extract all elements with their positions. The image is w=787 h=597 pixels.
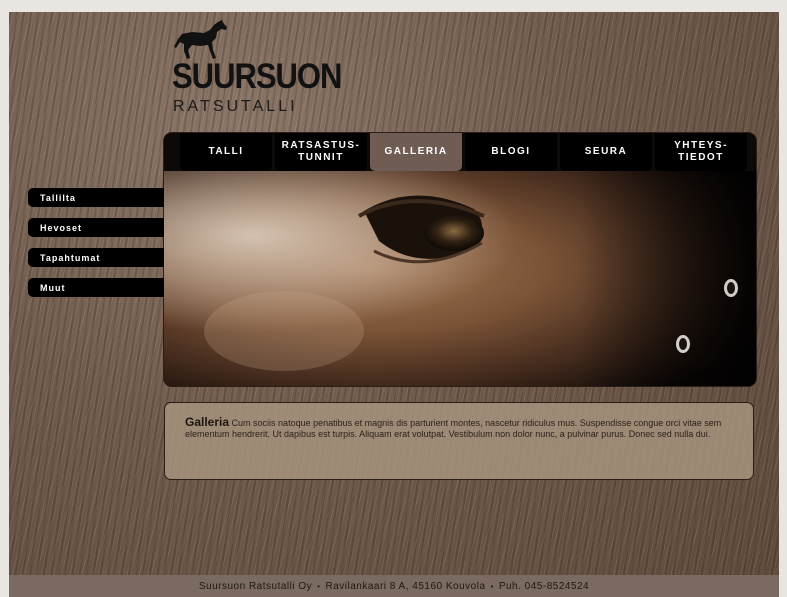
footer: Suursuon Ratsutalli Oy • Ravilankaari 8 … <box>9 575 779 597</box>
content-title: Galleria <box>185 415 230 429</box>
main-nav: TALLI RATSASTUS- TUNNIT GALLERIA BLOGI S… <box>180 133 747 171</box>
side-item-hevoset[interactable]: Hevoset <box>28 218 164 237</box>
content-text: Cum sociis natoque penatibus et magnis d… <box>185 418 722 439</box>
footer-separator: • <box>490 581 494 591</box>
nav-item-galleria[interactable]: GALLERIA <box>370 133 462 171</box>
side-item-tallilta[interactable]: Tallilta <box>28 188 164 207</box>
side-nav: Tallilta Hevoset Tapahtumat Muut <box>28 188 164 308</box>
nav-item-ratsastustunnit[interactable]: RATSASTUS- TUNNIT <box>275 133 367 171</box>
nav-item-talli[interactable]: TALLI <box>180 133 272 171</box>
nav-item-yhteystiedot[interactable]: YHTEYS- TIEDOT <box>655 133 747 171</box>
nav-item-seura[interactable]: SEURA <box>560 133 652 171</box>
hero-photo <box>164 171 756 386</box>
footer-separator: • <box>317 581 321 591</box>
horse-icon <box>174 20 227 59</box>
logo-name: SUURSUON <box>172 55 342 96</box>
side-item-tapahtumat[interactable]: Tapahtumat <box>28 248 164 267</box>
footer-phone: Puh. 045-8524524 <box>498 580 590 592</box>
content-box: Galleria Cum sociis natoque penatibus et… <box>164 402 754 480</box>
logo-subtitle: RATSUTALLI <box>173 98 298 115</box>
footer-company: Suursuon Ratsutalli Oy <box>198 580 313 592</box>
side-item-muut[interactable]: Muut <box>28 278 164 297</box>
footer-address: Ravilankaari 8 A, 45160 Kouvola <box>325 580 486 592</box>
nav-item-blogi[interactable]: BLOGI <box>465 133 557 171</box>
logo[interactable]: SUURSUON RATSUTALLI <box>172 18 342 118</box>
